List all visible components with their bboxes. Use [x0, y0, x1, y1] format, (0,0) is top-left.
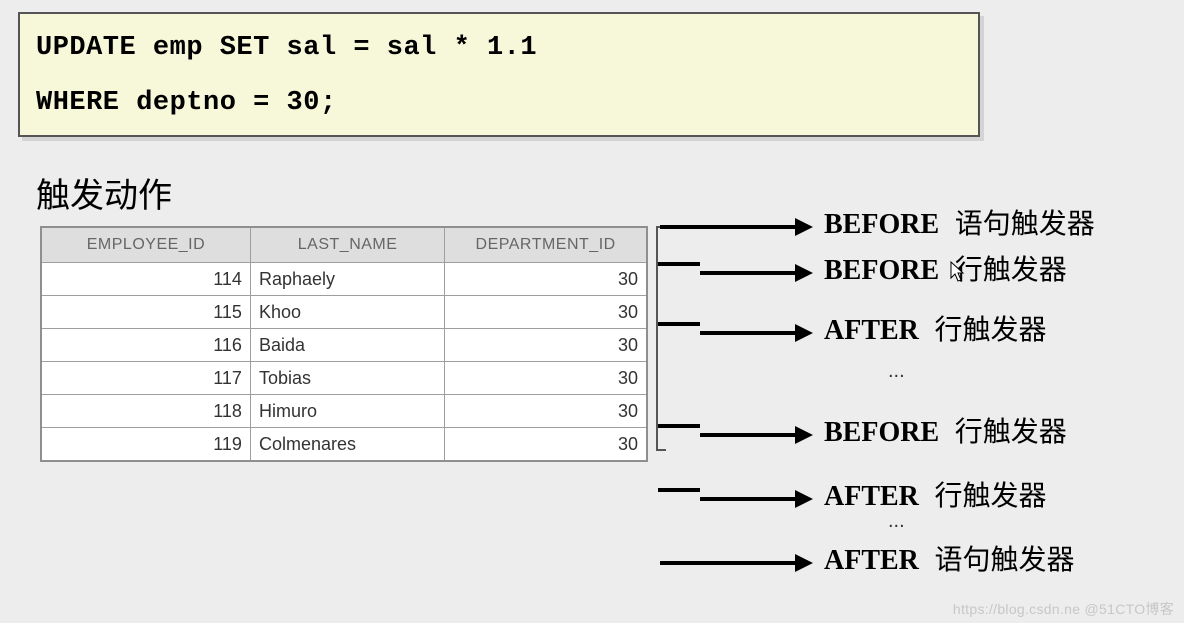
sql-line-1: UPDATE emp SET sal = sal * 1.1 — [36, 28, 962, 69]
label-after-row-1: AFTER 行触发器 — [824, 308, 1046, 348]
arrow-after-row-2 — [700, 490, 813, 508]
arrow-after-statement — [660, 554, 813, 572]
col-header-employee-id: EMPLOYEE_ID — [41, 227, 250, 263]
dots-1: ... — [888, 360, 905, 383]
label-after-row-2: AFTER 行触发器 — [824, 474, 1046, 514]
label-before-statement: BEFORE 语句触发器 — [824, 202, 1095, 242]
table-row: 117 Tobias 30 — [41, 362, 647, 395]
arrow-before-row-1 — [700, 264, 813, 282]
arrow-after-row-1 — [700, 324, 813, 342]
table-row: 118 Himuro 30 — [41, 395, 647, 428]
arrow-before-statement — [660, 218, 813, 236]
cursor-icon — [949, 260, 965, 284]
watermark: https://blog.csdn.ne @51CTO博客 — [953, 599, 1174, 619]
table-row: 116 Baida 30 — [41, 329, 647, 362]
table-row: 119 Colmenares 30 — [41, 428, 647, 462]
label-before-row-1: BEFORE 行触发器 — [824, 248, 1067, 288]
dots-2: ... — [888, 510, 905, 533]
table-row: 114 Raphaely 30 — [41, 263, 647, 296]
arrow-before-row-2 — [700, 426, 813, 444]
table-right-brace — [656, 226, 658, 451]
col-header-last-name: LAST_NAME — [250, 227, 444, 263]
sql-line-2: WHERE deptno = 30; — [36, 83, 962, 124]
table-header-row: EMPLOYEE_ID LAST_NAME DEPARTMENT_ID — [41, 227, 647, 263]
employee-table: EMPLOYEE_ID LAST_NAME DEPARTMENT_ID 114 … — [40, 226, 648, 462]
col-header-department: DEPARTMENT_ID — [445, 227, 647, 263]
label-before-row-2: BEFORE 行触发器 — [824, 410, 1067, 450]
table-row: 115 Khoo 30 — [41, 296, 647, 329]
label-after-statement: AFTER 语句触发器 — [824, 538, 1074, 578]
sql-code-box: UPDATE emp SET sal = sal * 1.1 WHERE dep… — [18, 12, 980, 137]
section-title: 触发动作 — [36, 168, 172, 217]
